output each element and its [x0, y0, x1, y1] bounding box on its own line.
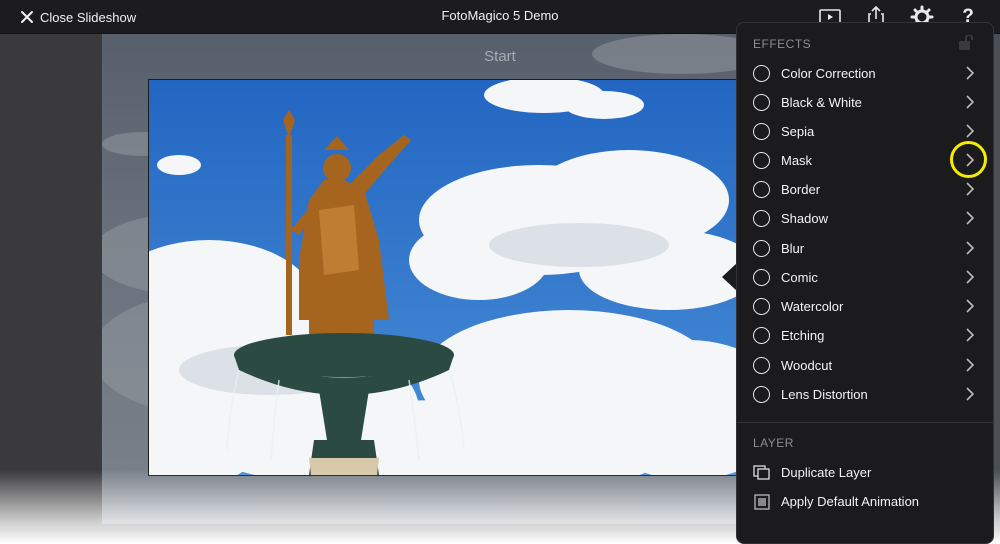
- effect-lens-distortion[interactable]: Lens Distortion: [737, 381, 993, 410]
- effect-radio[interactable]: [753, 210, 770, 227]
- effect-radio[interactable]: [753, 152, 770, 169]
- effect-radio[interactable]: [753, 327, 770, 344]
- effect-radio[interactable]: [753, 269, 770, 286]
- effect-label: Blur: [781, 241, 805, 256]
- effect-radio[interactable]: [753, 123, 770, 140]
- effect-radio[interactable]: [753, 357, 770, 374]
- effect-woodcut[interactable]: Woodcut: [737, 352, 993, 381]
- chevron-right-icon[interactable]: [965, 299, 975, 313]
- effects-section-title: EFFECTS: [753, 37, 812, 51]
- lock-icon: [959, 35, 973, 50]
- effect-label: Shadow: [781, 211, 828, 226]
- effect-radio[interactable]: [753, 65, 770, 82]
- apply-animation-icon: [754, 494, 770, 510]
- slide-photo[interactable]: [148, 79, 750, 476]
- app-title: FotoMagico 5 Demo: [441, 8, 559, 23]
- chevron-right-icon[interactable]: [965, 95, 975, 109]
- effect-blur[interactable]: Blur: [737, 235, 993, 264]
- effect-radio[interactable]: [753, 298, 770, 315]
- chevron-right-icon[interactable]: [965, 358, 975, 372]
- effect-radio[interactable]: [753, 94, 770, 111]
- apply-default-animation-label: Apply Default Animation: [781, 494, 920, 509]
- apply-default-animation-item[interactable]: Apply Default Animation: [737, 488, 993, 517]
- chevron-right-icon[interactable]: [965, 387, 975, 401]
- effect-label: Color Correction: [781, 66, 876, 81]
- chevron-right-icon[interactable]: [965, 182, 975, 196]
- effect-color-correction[interactable]: Color Correction: [737, 60, 993, 89]
- effect-label: Woodcut: [781, 358, 833, 373]
- effect-radio[interactable]: [753, 240, 770, 257]
- start-label: Start: [484, 48, 516, 65]
- effect-shadow[interactable]: Shadow: [737, 205, 993, 234]
- effect-black-white[interactable]: Black & White: [737, 89, 993, 118]
- duplicate-layer-label: Duplicate Layer: [781, 465, 872, 480]
- effect-label: Etching: [781, 328, 825, 343]
- layer-section-title: LAYER: [753, 436, 794, 450]
- chevron-right-icon[interactable]: [965, 66, 975, 80]
- panel-pointer: [722, 263, 737, 291]
- effect-label: Border: [781, 182, 821, 197]
- effect-sepia[interactable]: Sepia: [737, 118, 993, 147]
- effect-radio[interactable]: [753, 386, 770, 403]
- effect-etching[interactable]: Etching: [737, 322, 993, 351]
- effects-panel: EFFECTS Color Correction Black & White S…: [736, 22, 994, 544]
- effect-border[interactable]: Border: [737, 176, 993, 205]
- highlight-circle: [950, 141, 987, 178]
- duplicate-layer-icon: [753, 465, 770, 480]
- effect-label: Watercolor: [781, 299, 844, 314]
- section-divider: [737, 422, 993, 423]
- effect-comic[interactable]: Comic: [737, 264, 993, 293]
- chevron-right-icon[interactable]: [965, 124, 975, 138]
- duplicate-layer-item[interactable]: Duplicate Layer: [737, 459, 993, 488]
- effect-label: Lens Distortion: [781, 387, 868, 402]
- chevron-right-icon[interactable]: [965, 328, 975, 342]
- effect-label: Black & White: [781, 95, 862, 110]
- effect-label: Sepia: [781, 124, 815, 139]
- effect-radio[interactable]: [753, 181, 770, 198]
- effect-label: Mask: [781, 153, 813, 168]
- chevron-right-icon[interactable]: [965, 241, 975, 255]
- chevron-right-icon[interactable]: [965, 211, 975, 225]
- effect-watercolor[interactable]: Watercolor: [737, 293, 993, 322]
- chevron-right-icon[interactable]: [965, 270, 975, 284]
- effect-label: Comic: [781, 270, 818, 285]
